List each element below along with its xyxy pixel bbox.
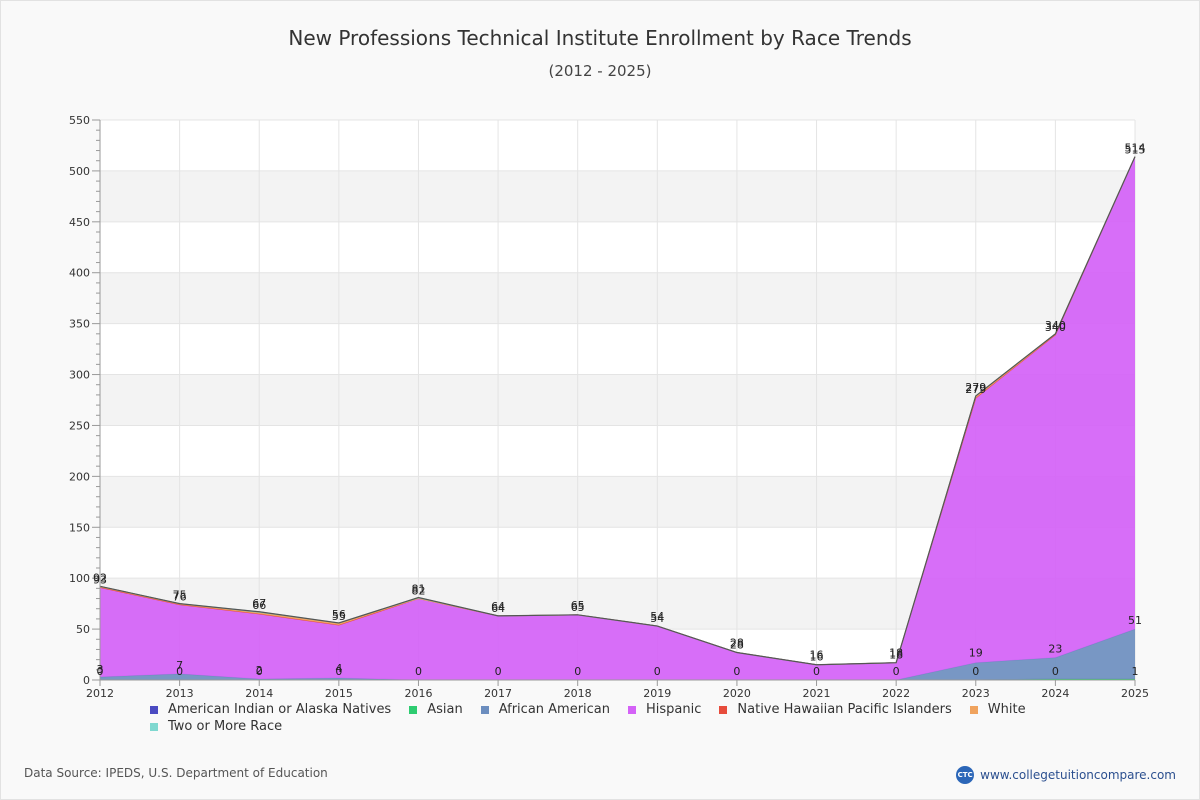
y-tick-label: 150 (69, 521, 90, 534)
x-tick-label: 2022 (882, 687, 910, 700)
legend-swatch (719, 705, 728, 714)
data-source-note: Data Source: IPEDS, U.S. Department of E… (24, 766, 328, 780)
data-label-bottom: 1 (1132, 665, 1139, 678)
chart-legend: American Indian or Alaska Natives Asian Af… (150, 702, 1100, 734)
legend-label: Native Hawaiian Pacific Islanders (737, 702, 952, 717)
legend-item-asian[interactable]: Asian (409, 702, 463, 717)
x-tick-label: 2012 (86, 687, 114, 700)
y-tick-label: 400 (69, 267, 90, 280)
x-tick-label: 2018 (564, 687, 592, 700)
y-tick-label: 50 (76, 623, 90, 636)
data-label-total-alt: 515 (1125, 144, 1146, 157)
data-label-total-alt: 93 (93, 573, 107, 586)
data-label-total-alt: 28 (730, 638, 744, 651)
data-label-total-alt: 55 (332, 610, 346, 623)
y-tick-label: 0 (83, 674, 90, 687)
y-tick-label: 450 (69, 216, 90, 229)
data-label-bottom: 0 (495, 665, 502, 678)
legend-item-two-or-more-race[interactable]: Two or More Race (150, 719, 282, 734)
y-tick-label: 500 (69, 165, 90, 178)
x-tick-label: 2025 (1121, 687, 1149, 700)
data-label-total-alt: 66 (252, 599, 266, 612)
x-tick-label: 2023 (962, 687, 990, 700)
data-label-low: 2 (256, 664, 263, 677)
data-label-low: 19 (969, 647, 983, 660)
y-tick-label: 100 (69, 572, 90, 585)
legend-item-african-american[interactable]: African American (480, 702, 611, 717)
legend-item-white[interactable]: White (969, 702, 1026, 717)
legend-swatch (409, 705, 418, 714)
data-label-low: 23 (1048, 643, 1062, 656)
y-tick-label: 550 (69, 114, 90, 127)
y-tick-label: 250 (69, 419, 90, 432)
legend-swatch (628, 705, 637, 714)
legend-swatch (969, 705, 978, 714)
x-tick-label: 2021 (803, 687, 831, 700)
data-label-bottom: 0 (733, 665, 740, 678)
legend-item-hispanic[interactable]: Hispanic (628, 702, 701, 717)
data-label-total-alt: 18 (889, 649, 903, 662)
x-tick-label: 2014 (245, 687, 273, 700)
data-label-bottom: 0 (813, 665, 820, 678)
data-label-bottom: 0 (972, 665, 979, 678)
x-tick-label: 2019 (643, 687, 671, 700)
legend-label: African American (498, 702, 611, 717)
data-label-bottom: 0 (893, 665, 900, 678)
brand-url: www.collegetuitioncompare.com (980, 768, 1176, 782)
x-tick-label: 2020 (723, 687, 751, 700)
data-label-total-alt: 16 (810, 651, 824, 664)
data-label-total-alt: 340 (1045, 321, 1066, 334)
data-label-low: 7 (176, 659, 183, 672)
data-label-bottom: 0 (415, 665, 422, 678)
y-tick-label: 300 (69, 369, 90, 382)
data-label-low: 51 (1128, 614, 1142, 627)
legend-swatch (150, 722, 158, 731)
legend-swatch (150, 705, 158, 714)
x-tick-label: 2017 (484, 687, 512, 700)
legend-label: Hispanic (646, 702, 702, 717)
legend-item-native-hawaiian-pacific-islanders[interactable]: Native Hawaiian Pacific Islanders (719, 702, 952, 717)
legend-item-american-indian-or-alaska-natives[interactable]: American Indian or Alaska Natives (150, 702, 391, 717)
y-tick-label: 350 (69, 318, 90, 331)
data-label-bottom: 0 (1052, 665, 1059, 678)
x-tick-label: 2013 (166, 687, 194, 700)
data-label-total-alt: 76 (173, 591, 187, 604)
legend-label: Asian (427, 702, 463, 717)
data-label-total-alt: 64 (491, 602, 505, 615)
data-label-total-alt: 65 (571, 601, 585, 614)
data-label-total-alt: 54 (650, 612, 664, 625)
data-label-bottom: 0 (654, 665, 661, 678)
data-label-bottom: 0 (574, 665, 581, 678)
legend-label: American Indian or Alaska Natives (168, 702, 392, 717)
data-label-total-alt: 82 (411, 585, 425, 598)
x-tick-label: 2024 (1041, 687, 1069, 700)
area-chart: 0501001502002503003504004505005502012 201… (69, 114, 1149, 700)
brand-credit: CTC www.collegetuitioncompare.com (956, 766, 1176, 784)
legend-swatch (480, 705, 489, 714)
x-tick-label: 2016 (404, 687, 432, 700)
grid-band (100, 170, 1135, 222)
data-label-total-alt: 279 (965, 383, 986, 396)
data-label-low: 4 (335, 662, 342, 675)
data-label-low: 3 (97, 663, 104, 676)
grid-band (100, 272, 1135, 324)
legend-label: White (987, 702, 1026, 717)
x-tick-label: 2015 (325, 687, 353, 700)
legend-label: Two or More Race (168, 719, 283, 734)
y-tick-label: 200 (69, 470, 90, 483)
brand-logo-icon: CTC (956, 766, 975, 784)
